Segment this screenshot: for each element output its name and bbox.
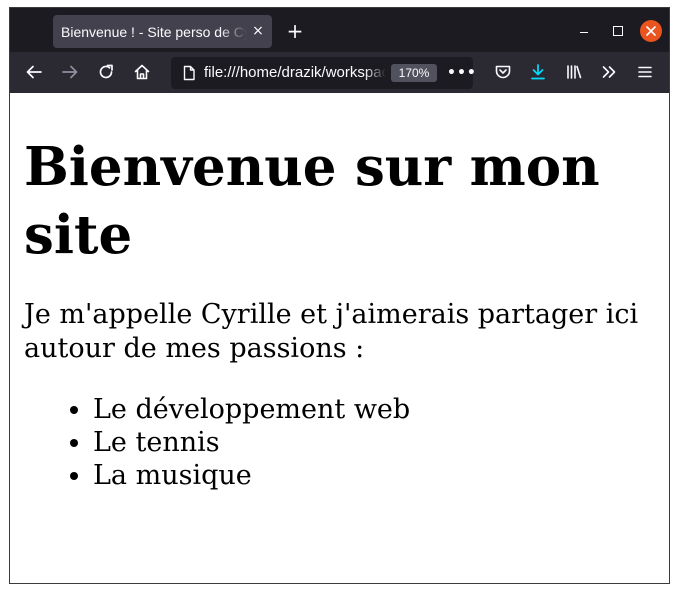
tab-close-icon[interactable]: × [250,23,266,39]
tab-title: Bienvenue ! - Site perso de Cyrille [61,23,247,40]
minimize-button[interactable] [574,21,594,41]
page-content: Bienvenue sur mon site Je m'appelle Cyri… [10,93,669,583]
arrow-left-icon [26,65,42,79]
list-item: Le tennis [93,426,653,459]
chevron-double-right-icon [602,66,616,78]
window-close-button[interactable] [640,20,662,42]
pocket-icon [495,65,511,79]
list-item: Le développement web [93,393,653,426]
overflow-menu-button[interactable] [597,60,621,84]
hamburger-menu-icon [638,66,652,78]
tab-active[interactable]: Bienvenue ! - Site perso de Cyrille × [53,15,272,48]
passions-list: Le développement web Le tennis La musiqu… [24,393,653,492]
address-bar[interactable]: file:///home/drazik/workspace 170% ••• [171,57,476,89]
library-button[interactable] [562,60,586,84]
maximize-button[interactable] [608,21,628,41]
downloads-button[interactable] [526,60,550,84]
intro-paragraph: Je m'appelle Cyrille et j'aimerais parta… [24,299,639,364]
reload-icon [99,64,113,79]
browser-window: Bienvenue ! - Site perso de Cyrille × + [9,7,670,584]
tab-strip: Bienvenue ! - Site perso de Cyrille × + [10,8,669,52]
page-title: Bienvenue sur mon site [24,136,600,266]
arrow-right-icon [62,65,78,79]
app-menu-button[interactable] [633,60,657,84]
reload-button[interactable] [94,60,118,84]
back-button[interactable] [22,60,46,84]
home-button[interactable] [130,60,154,84]
page-icon [183,65,195,81]
forward-button[interactable] [58,60,82,84]
close-icon [646,26,656,36]
list-item: La musique [93,459,653,492]
new-tab-button[interactable]: + [284,20,306,42]
zoom-level-badge[interactable]: 170% [391,64,437,82]
pocket-button[interactable] [491,60,515,84]
download-icon [531,64,545,80]
home-icon [134,64,150,80]
url-text[interactable]: file:///home/drazik/workspace [204,64,386,82]
library-icon [567,65,582,79]
page-actions-menu-icon[interactable]: ••• [447,63,476,83]
navigation-toolbar: file:///home/drazik/workspace 170% ••• [10,52,669,93]
